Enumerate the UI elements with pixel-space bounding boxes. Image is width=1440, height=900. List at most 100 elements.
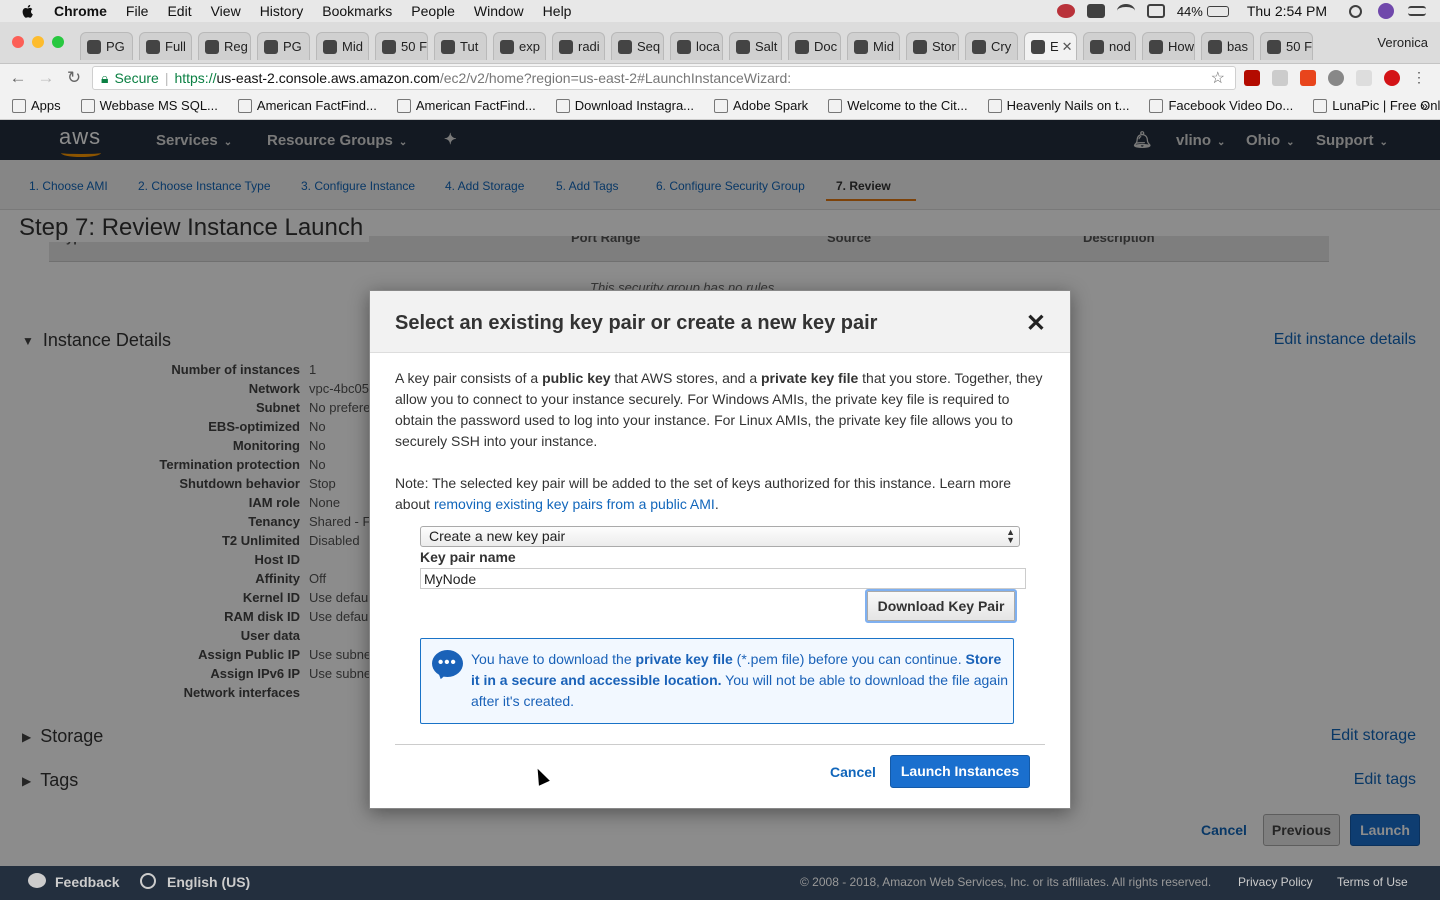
browser-tab[interactable]: bas [1201,32,1254,60]
menu-view[interactable]: View [211,3,241,19]
bookmark-item[interactable]: American FactFind... [237,98,377,113]
key-pair-name-input[interactable] [420,568,1026,589]
office-extension-icon[interactable] [1300,70,1316,86]
bookmark-item[interactable]: Webbase MS SQL... [80,98,218,113]
browser-tab[interactable]: nod [1083,32,1136,60]
browser-tab[interactable]: PG [80,32,133,60]
key-pair-option-select[interactable]: Create a new key pair ▲ ▼ [420,526,1020,547]
speech-bubble-icon: ••• [432,650,463,677]
feedback-link[interactable]: Feedback [55,874,120,890]
dialog-cancel-link[interactable]: Cancel [830,764,876,780]
tab-label: bas [1227,39,1248,54]
tab-label: Doc [814,39,838,54]
tab-close-icon[interactable]: ✕ [1062,39,1073,55]
bookmark-favicon-icon [987,98,1002,113]
bookmark-item[interactable]: Adobe Spark [714,98,808,113]
bookmark-item[interactable]: Facebook Video Do... [1149,98,1293,113]
browser-tab[interactable]: Cry [965,32,1018,60]
browser-tab[interactable]: loca [670,32,723,60]
profile-button[interactable]: Veronica [1377,35,1428,50]
tab-favicon-icon [1149,39,1163,54]
creative-cloud-icon[interactable] [1056,4,1075,18]
airplay-icon[interactable] [1146,4,1165,18]
tab-favicon-icon [441,39,455,54]
bookmark-item[interactable]: Welcome to the Cit... [828,98,968,113]
chrome-menu-icon[interactable]: ⋮ [1412,70,1426,86]
browser-tab[interactable]: PG [257,32,310,60]
aws-footer: Feedback English (US) © 2008 - 2018, Ama… [0,866,1440,900]
browser-tab[interactable]: Stor [906,32,959,60]
browser-tab[interactable]: Salt [729,32,782,60]
apps-bookmark[interactable]: Apps [12,98,61,113]
forward-icon[interactable]: → [32,68,60,88]
menu-help[interactable]: Help [543,3,572,19]
key-pair-note: Note: The selected key pair will be adde… [395,475,1012,512]
download-key-pair-button[interactable]: Download Key Pair [865,589,1017,623]
browser-tab-strip: PG Full Reg PG Mid 50 F Tut exp radi Seq loca Salt D… [0,22,1440,64]
apple-icon[interactable] [20,3,36,19]
browser-tab[interactable]: radi [552,32,605,60]
close-icon[interactable]: ✕ [1026,309,1046,338]
bookmark-item[interactable]: Download Instagra... [555,98,694,113]
dialog-header: Select an existing key pair or create a … [370,291,1070,353]
notification-center-icon[interactable] [1408,6,1426,16]
browser-tab[interactable]: Reg [198,32,251,60]
language-selector[interactable]: English (US) [167,874,250,890]
privacy-policy-link[interactable]: Privacy Policy [1238,875,1313,889]
bookmark-star-icon[interactable]: ☆ [1211,68,1225,88]
browser-tab[interactable]: Seq [611,32,664,60]
elephant-icon[interactable] [1086,4,1105,18]
tab-label: radi [578,39,600,54]
menu-window[interactable]: Window [474,3,524,19]
browser-tab[interactable]: Mid [316,32,369,60]
bookmark-item[interactable]: American FactFind... [396,98,536,113]
url-bar[interactable]: 🔒︎ Secure | https:// us-east-2.console.a… [92,66,1236,90]
menu-edit[interactable]: Edit [167,3,191,19]
secure-label: Secure [114,70,159,86]
browser-tab[interactable]: Mid [847,32,900,60]
more-bookmarks-icon[interactable]: » [1421,98,1428,113]
tab-favicon-icon [146,39,160,54]
tab-favicon-icon [1090,39,1104,54]
bookmark-favicon-icon [396,98,411,113]
download-info-alert: ••• You have to download the private key… [420,638,1014,724]
terms-of-use-link[interactable]: Terms of Use [1337,875,1408,889]
browser-tab[interactable]: exp [493,32,546,60]
extension-icon[interactable] [1272,70,1288,86]
window-minimize-button[interactable] [32,36,44,48]
browser-tab[interactable]: Doc [788,32,841,60]
tab-favicon-icon [382,39,396,54]
launch-instances-button[interactable]: Launch Instances [890,755,1030,788]
menu-file[interactable]: File [126,3,149,19]
tab-label: loca [696,39,720,54]
browser-tab[interactable]: 50 F [375,32,428,60]
menu-bookmarks[interactable]: Bookmarks [322,3,392,19]
extension-icon[interactable] [1384,70,1400,86]
browser-tab[interactable]: 50 F [1260,32,1313,60]
window-close-button[interactable] [12,36,24,48]
browser-tab[interactable]: How [1142,32,1195,60]
wifi-icon[interactable] [1116,4,1135,18]
browser-tab[interactable]: Full [139,32,192,60]
back-icon[interactable]: ← [4,68,32,88]
menu-people[interactable]: People [411,3,455,19]
menu-history[interactable]: History [260,3,304,19]
battery-icon[interactable] [1206,5,1229,17]
extension-icon[interactable] [1328,70,1344,86]
browser-tab[interactable]: Tut [434,32,487,60]
menu-app-name[interactable]: Chrome [54,3,107,19]
reload-icon[interactable]: ↻ [60,68,88,88]
siri-icon[interactable] [1378,3,1394,19]
acrobat-extension-icon[interactable] [1244,70,1260,86]
spotlight-search-icon[interactable] [1349,4,1362,18]
removing-key-pairs-link[interactable]: removing existing key pairs from a publi… [434,496,715,512]
extension-icon[interactable] [1356,70,1372,86]
tab-favicon-icon [854,39,868,54]
tab-favicon-icon [264,39,278,54]
bookmark-item[interactable]: Heavenly Nails on t... [987,98,1129,113]
clock[interactable]: Thu 2:54 PM [1247,3,1327,19]
tab-label: 50 F [1286,39,1313,54]
browser-tab[interactable]: E ✕ [1024,32,1077,60]
tab-label: Stor [932,39,956,54]
window-zoom-button[interactable] [52,36,64,48]
